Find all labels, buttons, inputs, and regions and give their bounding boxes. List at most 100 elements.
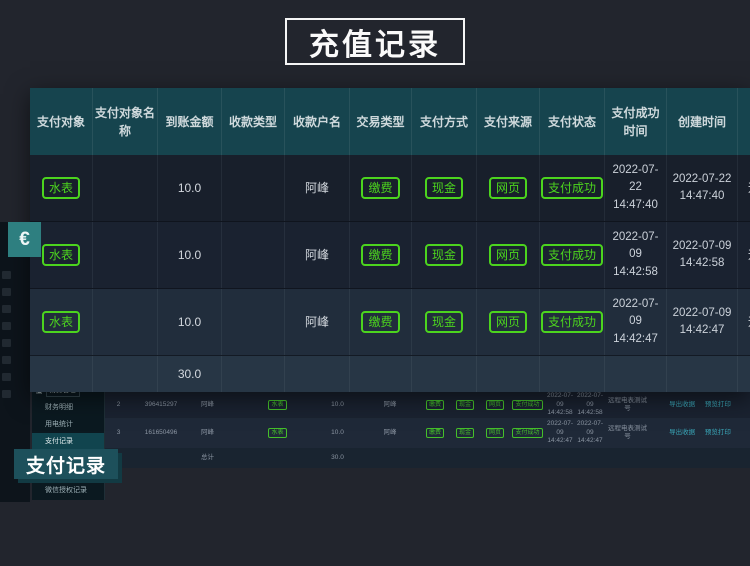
col-header-pay-object: 支付对象: [30, 88, 93, 155]
source-badge: 网页: [480, 400, 510, 410]
sidebar-item-wechat-auth[interactable]: 微信授权记录: [32, 482, 104, 499]
trade-type-badge: 缴费: [361, 311, 399, 333]
app-logo-coin-icon: €: [8, 222, 41, 257]
success-time: 2022-07-09 14:42:47: [545, 420, 575, 445]
create-time-cell: 2022-07-22 14:47:40: [667, 155, 738, 221]
sidebar-item-finance-detail[interactable]: 财务明细: [32, 399, 104, 416]
export-receipt-link[interactable]: 导出收据: [669, 401, 695, 408]
table-row: 水表 10.0 阿峰 缴费 现金 网页 支付成功 2022-07-09 14:4…: [30, 222, 750, 289]
table-header-row: 支付对象 支付对象名称 到账金额 收款类型 收款户名 交易类型 支付方式 支付来…: [30, 88, 750, 155]
trade-type-badge: 缴费: [420, 428, 450, 438]
method-cell: 现金: [412, 289, 477, 355]
account-name: 阿峰: [285, 155, 350, 221]
meter-badge: 水表: [255, 400, 300, 410]
remark: 远程电表测试号: [605, 425, 650, 442]
method-badge: 现金: [450, 428, 480, 438]
recv-type: [222, 289, 285, 355]
status-badge: 支付成功: [510, 400, 545, 410]
status-badge: 支付成功: [510, 428, 545, 438]
meter-badge: 水表: [42, 177, 80, 199]
table-row: 2 396415297 阿峰 水表 10.0 阿峰 缴费 现金 网页 支付成功 …: [105, 392, 750, 418]
euro-coin-glyph: €: [19, 229, 30, 251]
page-title-box: 充值记录: [285, 18, 465, 65]
method-badge: 现金: [425, 311, 463, 333]
ghost-menu-item: [2, 373, 11, 381]
row-index: 2: [105, 401, 132, 409]
source-cell: 网页: [477, 222, 540, 288]
row-actions: 导出收据 预览打印: [650, 401, 750, 409]
recv-type: [222, 155, 285, 221]
amount: 10.0: [158, 289, 222, 355]
method-badge: 现金: [425, 177, 463, 199]
status-cell: 支付成功: [540, 222, 605, 288]
ghost-menu-item: [2, 322, 11, 330]
table-row: 水表 10.0 阿峰 缴费 现金 网页 支付成功 2022-07-22 14:4…: [30, 155, 750, 222]
col-header-recv-type: 收款类型: [222, 88, 285, 155]
table-row: 水表 10.0 阿峰 缴费 现金 网页 支付成功 2022-07-09 14:4…: [30, 289, 750, 356]
col-header-status: 支付状态: [540, 88, 605, 155]
table-row: 3 161650496 阿峰 水表 10.0 阿峰 缴费 现金 网页 支付成功 …: [105, 418, 750, 448]
source-badge: 网页: [489, 177, 527, 199]
sidebar-item-payment-records[interactable]: 支付记录: [32, 433, 104, 450]
account-name: 阿峰: [360, 429, 420, 437]
pay-object-name: [93, 155, 158, 221]
col-header-account: 收款户名: [285, 88, 350, 155]
payer-name: 阿峰: [190, 401, 225, 409]
remark: 远程电表测试号: [605, 397, 650, 414]
status-cell: 支付成功: [540, 289, 605, 355]
meter-badge: 水表: [255, 428, 300, 438]
source-cell: 网页: [477, 289, 540, 355]
preview-print-link[interactable]: 预览打印: [705, 429, 731, 436]
table-summary-row: 30.0: [30, 356, 750, 392]
account-name: 阿峰: [285, 222, 350, 288]
create-time: 2022-07-09 14:42:47: [575, 420, 605, 445]
total-label: 总计: [190, 454, 225, 462]
source-cell: 网页: [477, 155, 540, 221]
remark: 远程电表测试号: [738, 289, 750, 355]
remark: 远程电表测试号: [738, 222, 750, 288]
sidebar-zoom-label: 支付记录: [26, 451, 106, 478]
create-time-cell: 2022-07-09 14:42:47: [667, 289, 738, 355]
col-header-remark: [738, 88, 750, 155]
ghost-menu-item: [2, 390, 11, 398]
create-time-cell: 2022-07-09 14:42:58: [667, 222, 738, 288]
col-header-create-time: 创建时间: [667, 88, 738, 155]
amount: 10.0: [158, 222, 222, 288]
trade-type-badge: 缴费: [420, 400, 450, 410]
ghost-menu-item: [2, 288, 11, 296]
preview-print-link[interactable]: 预览打印: [705, 401, 731, 408]
status-badge: 支付成功: [541, 177, 603, 199]
success-time: 2022-07-09 14:42:58: [545, 392, 575, 417]
ghost-menu-item: [2, 271, 11, 279]
sidebar-menu: ▣ 财务管理 ˄ 财务明细 用电统计 支付记录 微信授权记录: [32, 383, 105, 500]
col-header-success-time: 支付成功时间: [605, 88, 667, 155]
meter-badge-cell: 水表: [30, 155, 93, 221]
table-total-row: 总计 30.0: [105, 448, 750, 468]
status-cell: 支付成功: [540, 155, 605, 221]
method-badge: 现金: [425, 244, 463, 266]
order-number: 396415297: [132, 401, 190, 409]
pay-object-name: [93, 222, 158, 288]
ghost-menu-item: [2, 305, 11, 313]
trade-type-cell: 缴费: [350, 289, 412, 355]
page-title: 充值记录: [309, 20, 441, 64]
payer-name: 阿峰: [190, 429, 225, 437]
amount: 10.0: [158, 155, 222, 221]
export-receipt-link[interactable]: 导出收据: [669, 429, 695, 436]
create-time: 2022-07-09 14:42:58: [575, 392, 605, 417]
meter-badge: 水表: [42, 244, 80, 266]
method-cell: 现金: [412, 222, 477, 288]
status-badge: 支付成功: [541, 311, 603, 333]
trade-type-cell: 缴费: [350, 222, 412, 288]
amount: 10.0: [315, 429, 360, 437]
meter-badge-cell: 水表: [30, 289, 93, 355]
sidebar-item-power-stats[interactable]: 用电统计: [32, 416, 104, 433]
ghost-menu-item: [2, 356, 11, 364]
col-header-amount: 到账金额: [158, 88, 222, 155]
trade-type-cell: 缴费: [350, 155, 412, 221]
method-badge: 现金: [450, 400, 480, 410]
sidebar-zoom-callout: 支付记录: [14, 449, 118, 479]
success-time-cell: 2022-07-09 14:42:58: [605, 222, 667, 288]
success-time-cell: 2022-07-22 14:47:40: [605, 155, 667, 221]
recv-type: [222, 222, 285, 288]
